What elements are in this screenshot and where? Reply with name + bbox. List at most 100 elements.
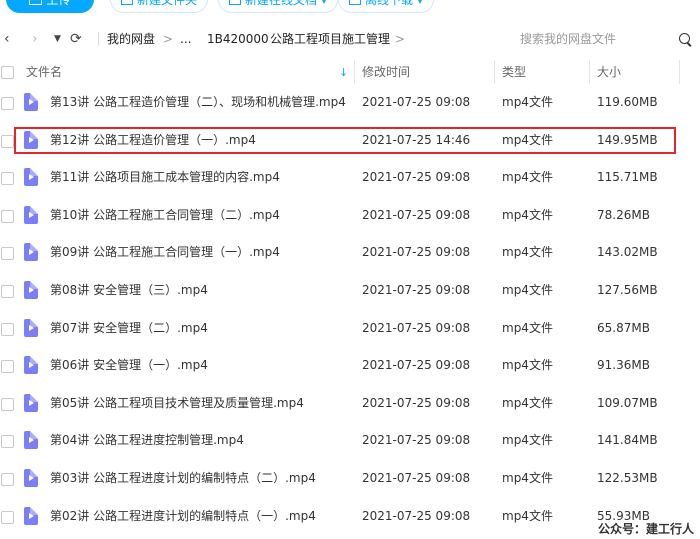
file-name[interactable]: 第06讲 安全管理（一）.mp4 [50, 347, 208, 385]
file-row[interactable]: 第13讲 公路工程造价管理（二）、现场和机械管理.mp4 2021-07-25 … [0, 84, 700, 122]
row-checkbox[interactable] [1, 285, 14, 298]
file-size: 149.95MB [597, 132, 658, 147]
file-row[interactable]: 第03讲 公路工程进度计划的编制特点（二）.mp4 2021-07-25 09:… [0, 460, 700, 498]
breadcrumb-separator: > [163, 32, 174, 46]
upload-icon [29, 0, 43, 5]
new-folder-label: 新建文件夹 [137, 0, 198, 7]
new-online-doc-button[interactable]: 新建在线文档 ▾ [218, 0, 339, 13]
column-header-modified[interactable]: 修改时间 [354, 60, 494, 84]
file-size: 127.56MB [597, 283, 658, 297]
file-size: 91.36MB [597, 358, 650, 373]
video-file-icon [24, 205, 38, 224]
file-row[interactable]: 第10讲 公路工程施工合同管理（二）.mp4 2021-07-25 09:08 … [0, 197, 700, 235]
file-row[interactable]: 第11讲 公路项目施工成本管理的内容.mp4 2021-07-25 09:08 … [0, 159, 700, 197]
file-type: mp4文件 [502, 508, 553, 523]
row-checkbox[interactable] [1, 247, 14, 261]
file-modified: 2021-07-25 09:08 [362, 320, 471, 335]
row-checkbox[interactable] [1, 360, 14, 374]
file-type: mp4文件 [502, 283, 553, 297]
file-size: 141.84MB [597, 433, 658, 448]
video-file-icon [24, 93, 38, 111]
video-file-icon [24, 356, 38, 375]
breadcrumb-root[interactable]: 我的网盘 [107, 30, 155, 48]
watermark: 公众号：建工行人 [595, 520, 696, 537]
file-name[interactable]: 第04讲 公路工程进度控制管理.mp4 [50, 422, 244, 460]
file-type: mp4文件 [502, 320, 553, 335]
file-name[interactable]: 第07讲 安全管理（二）.mp4 [50, 310, 208, 348]
file-size: 115.71MB [597, 170, 658, 185]
breadcrumb-item-1b420000[interactable]: 1B420000 [207, 30, 269, 48]
video-file-icon [24, 130, 38, 149]
file-name[interactable]: 第11讲 公路项目施工成本管理的内容.mp4 [50, 159, 280, 197]
file-size: 78.26MB [597, 207, 650, 222]
file-row[interactable]: 第12讲 公路工程造价管理（一）.mp4 2021-07-25 14:46 mp… [0, 122, 700, 160]
file-type: mp4文件 [502, 132, 553, 147]
video-file-icon [24, 281, 38, 299]
row-checkbox[interactable] [1, 435, 14, 449]
back-arrow-icon[interactable]: ‹ [4, 30, 10, 48]
file-row[interactable]: 第08讲 安全管理（三）.mp4 2021-07-25 09:08 mp4文件 … [0, 272, 700, 310]
file-size: 122.53MB [597, 471, 658, 485]
search-input[interactable]: 搜索我的网盘文件 [520, 30, 616, 48]
row-checkbox[interactable] [1, 322, 14, 336]
file-list-header: 文件名 ↓ 修改时间 类型 大小 [0, 60, 700, 84]
file-modified: 2021-07-25 14:46 [362, 132, 471, 147]
file-modified: 2021-07-25 09:08 [362, 471, 471, 485]
row-checkbox[interactable] [1, 172, 14, 186]
file-name[interactable]: 第03讲 公路工程进度计划的编制特点（二）.mp4 [50, 460, 316, 498]
file-row[interactable]: 第05讲 公路工程项目技术管理及质量管理.mp4 2021-07-25 09:0… [0, 385, 700, 423]
video-file-icon [24, 393, 38, 412]
row-checkbox[interactable] [1, 134, 14, 148]
file-size: 143.02MB [597, 245, 658, 260]
document-icon [229, 0, 241, 5]
new-folder-button[interactable]: 新建文件夹 [110, 0, 209, 13]
forward-arrow-icon[interactable]: › [32, 30, 38, 48]
file-type: mp4文件 [502, 245, 553, 260]
video-file-icon [24, 506, 38, 525]
row-checkbox[interactable] [1, 209, 14, 223]
row-checkbox[interactable] [1, 397, 14, 411]
file-row[interactable]: 第09讲 公路工程施工合同管理（一）.mp4 2021-07-25 09:08 … [0, 234, 700, 272]
file-type: mp4文件 [502, 170, 553, 185]
file-modified: 2021-07-25 09:08 [362, 170, 471, 185]
folder-icon [121, 0, 133, 5]
file-modified: 2021-07-25 09:08 [362, 283, 471, 297]
file-modified: 2021-07-25 09:08 [362, 245, 471, 260]
refresh-icon[interactable]: ⟳ [70, 30, 82, 48]
upload-button[interactable]: 上传 [6, 0, 94, 13]
file-row[interactable]: 第04讲 公路工程进度控制管理.mp4 2021-07-25 09:08 mp4… [0, 422, 700, 460]
video-file-icon [24, 243, 38, 262]
select-all-checkbox[interactable] [1, 66, 14, 79]
breadcrumb-separator: > [395, 32, 406, 46]
column-header-size[interactable]: 大小 [589, 60, 679, 84]
file-name[interactable]: 第10讲 公路工程施工合同管理（二）.mp4 [50, 197, 280, 235]
file-modified: 2021-07-25 09:08 [362, 207, 471, 222]
breadcrumb-current[interactable]: 公路工程项目施工管理 [270, 30, 390, 48]
file-name[interactable]: 第13讲 公路工程造价管理（二）、现场和机械管理.mp4 [50, 84, 346, 122]
dropdown-caret-icon[interactable]: ▼ [54, 30, 61, 48]
file-modified: 2021-07-25 09:08 [362, 95, 471, 109]
file-name[interactable]: 第09讲 公路工程施工合同管理（一）.mp4 [50, 234, 280, 272]
sort-down-arrow-icon[interactable]: ↓ [339, 66, 348, 79]
download-icon [349, 0, 361, 5]
row-checkbox[interactable] [1, 473, 14, 486]
upload-label: 上传 [46, 0, 71, 7]
column-header-type[interactable]: 类型 [494, 60, 589, 84]
video-file-icon [24, 469, 38, 487]
row-checkbox[interactable] [1, 97, 14, 110]
file-type: mp4文件 [502, 471, 553, 485]
file-type: mp4文件 [502, 433, 553, 448]
column-header-name[interactable]: 文件名 [18, 60, 354, 84]
file-row[interactable]: 第06讲 安全管理（一）.mp4 2021-07-25 09:08 mp4文件 … [0, 347, 700, 385]
file-row[interactable]: 第07讲 安全管理（二）.mp4 2021-07-25 09:08 mp4文件 … [0, 310, 700, 348]
video-file-icon [24, 431, 38, 450]
file-browser-window: 上传 新建文件夹 新建在线文档 ▾ 离线下载 ▾ 2 - ‹ › ▼ ⟳ 我的网… [0, 0, 700, 539]
search-icon[interactable] [679, 33, 690, 44]
file-name[interactable]: 第02讲 公路工程进度计划的编制特点（一）.mp4 [50, 498, 316, 536]
file-name[interactable]: 第12讲 公路工程造价管理（一）.mp4 [50, 122, 256, 160]
breadcrumb-ellipsis[interactable]: ... [180, 30, 191, 48]
file-name[interactable]: 第05讲 公路工程项目技术管理及质量管理.mp4 [50, 385, 304, 423]
row-checkbox[interactable] [1, 510, 14, 524]
offline-download-button[interactable]: 离线下载 ▾ [338, 0, 435, 13]
file-name[interactable]: 第08讲 安全管理（三）.mp4 [50, 272, 208, 310]
